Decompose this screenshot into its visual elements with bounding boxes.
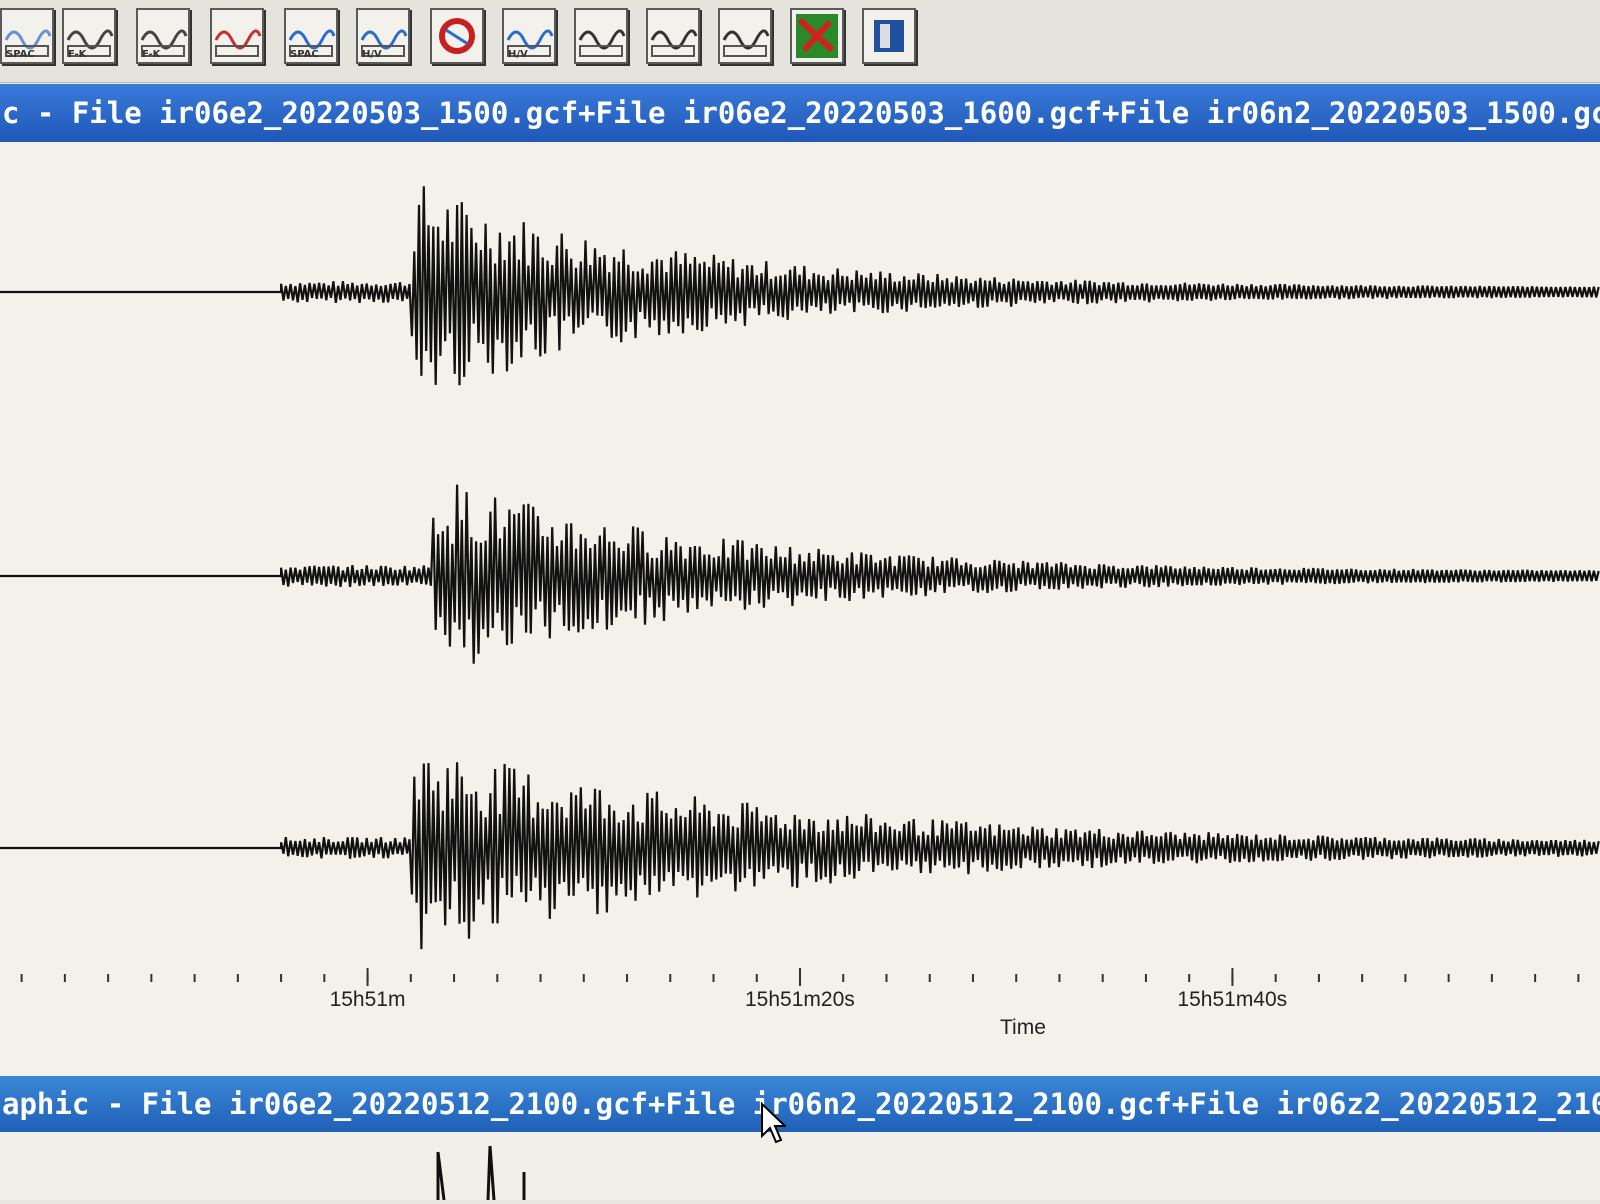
seismogram-trace-1 bbox=[0, 186, 1600, 386]
fk-button[interactable]: F-K bbox=[62, 8, 116, 64]
seismogram-plot[interactable]: 15h51m 15h51m20s 15h51m40s Time bbox=[0, 142, 1600, 1076]
color-map-button[interactable] bbox=[790, 8, 844, 64]
rotation-button[interactable] bbox=[430, 8, 484, 64]
window-title-top: c - File ir06e2_20220503_1500.gcf+File i… bbox=[2, 96, 1600, 130]
spac-curve-button[interactable]: SPAC bbox=[284, 8, 338, 64]
x-axis-tick-label: 15h51m40s bbox=[1177, 988, 1288, 1011]
table-icon bbox=[722, 29, 770, 57]
seismogram-trace-3 bbox=[0, 762, 1600, 950]
window-title-bottom: aphic - File ir06e2_20220512_2100.gcf+Fi… bbox=[2, 1087, 1600, 1121]
seismogram-trace-2 bbox=[0, 484, 1600, 664]
x-axis-tick-label: 15h51m20s bbox=[745, 988, 855, 1011]
rotation-icon bbox=[439, 18, 475, 54]
x-axis-title: Time bbox=[1000, 1016, 1046, 1039]
toolbar-button-label: SPAC bbox=[290, 49, 319, 60]
grid-plot-icon bbox=[578, 29, 626, 57]
waveform-spectrum-icon bbox=[214, 29, 262, 57]
table-button[interactable] bbox=[718, 8, 772, 64]
database-icon bbox=[874, 20, 904, 52]
hv-rotate-button[interactable]: H/V bbox=[502, 8, 556, 64]
toolbar-button-label: SPAC bbox=[6, 49, 35, 60]
fk-high-res-button[interactable]: F-K bbox=[136, 8, 190, 64]
second-window-plot-area bbox=[0, 1132, 1600, 1201]
toolbar-button-label: F-K bbox=[142, 49, 161, 60]
toolbar-button-label: H/V bbox=[362, 49, 382, 60]
waveform-spectrum-button[interactable] bbox=[210, 8, 264, 64]
window-title-bar-top[interactable]: c - File ir06e2_20220503_1500.gcf+File i… bbox=[0, 84, 1600, 142]
spac-button[interactable]: SPAC bbox=[0, 8, 54, 64]
hv-button[interactable]: H/V bbox=[356, 8, 410, 64]
toolbar-button-label: F-K bbox=[68, 49, 87, 60]
color-map-icon bbox=[796, 14, 838, 58]
polarization-icon bbox=[650, 29, 698, 57]
toolbar: SPAC F-K F-K SPAC H/V H/V bbox=[0, 0, 1600, 83]
database-button[interactable] bbox=[862, 8, 916, 64]
window-title-bar-bottom[interactable]: aphic - File ir06e2_20220512_2100.gcf+Fi… bbox=[0, 1076, 1600, 1132]
second-window-trace-preview bbox=[436, 1145, 526, 1201]
grid-plot-button[interactable] bbox=[574, 8, 628, 64]
x-axis-tick-label: 15h51m bbox=[329, 988, 406, 1011]
mouse-cursor-icon bbox=[761, 1102, 786, 1144]
polarization-button[interactable] bbox=[646, 8, 700, 64]
toolbar-button-label: H/V bbox=[508, 49, 528, 60]
seismogram-canvas[interactable] bbox=[0, 142, 1600, 1076]
